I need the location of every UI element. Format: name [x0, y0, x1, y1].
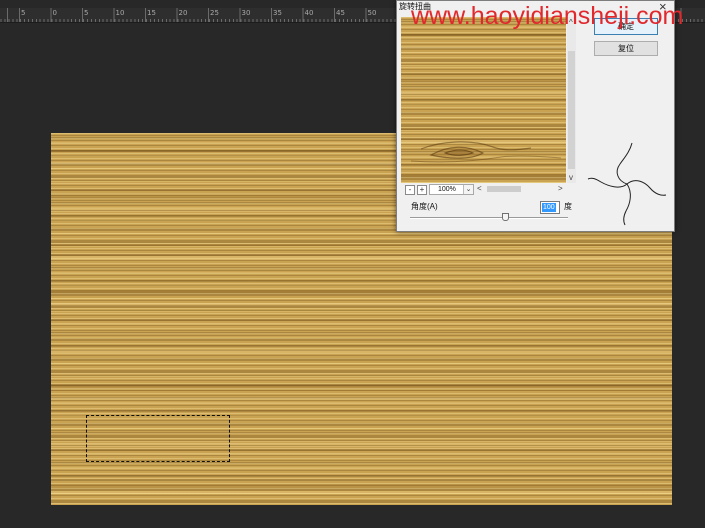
ruler-label: 25 — [210, 9, 219, 17]
marquee-selection[interactable] — [86, 415, 230, 462]
ruler-label: 5 — [21, 9, 26, 17]
ruler-label: 35 — [273, 9, 282, 17]
zoom-in-icon[interactable]: + — [417, 185, 427, 195]
ruler-label: 40 — [304, 9, 314, 17]
zoom-level-value: 100% — [438, 186, 456, 193]
ruler-label: 20 — [178, 9, 188, 17]
filter-preview[interactable] — [401, 17, 566, 183]
wood-knot-graphic — [410, 141, 562, 163]
zoom-out-icon[interactable]: - — [405, 185, 415, 195]
scroll-down-icon[interactable]: v — [569, 173, 573, 182]
angle-input[interactable]: 100 — [540, 201, 560, 214]
scroll-left-icon[interactable]: < — [477, 184, 482, 193]
ruler-label: 15 — [147, 9, 156, 17]
twirl-preview-icon — [587, 142, 667, 226]
angle-slider[interactable] — [410, 217, 568, 219]
twirl-dialog: 旋转扭曲 × ^ v - + 100% ⌄ < > 角度(A) 100 度 确定… — [396, 0, 675, 232]
ruler-label: 50 — [367, 9, 377, 17]
angle-input-value: 100 — [542, 203, 556, 212]
preview-vertical-scrollbar[interactable]: ^ v — [567, 17, 576, 183]
ruler-label: 45 — [336, 9, 345, 17]
ruler-label: 10 — [115, 9, 125, 17]
scroll-right-icon[interactable]: > — [558, 184, 563, 193]
ruler-label: 0 — [52, 9, 57, 17]
chevron-down-icon[interactable]: ⌄ — [463, 185, 473, 194]
angle-label: 角度(A) — [411, 202, 438, 211]
ruler-label: 30 — [241, 9, 251, 17]
watermark-text: www.haoyidiansheji.com — [411, 2, 684, 30]
angle-slider-thumb[interactable] — [501, 213, 509, 221]
zoom-level-select[interactable]: 100% ⌄ — [429, 184, 474, 195]
reset-button[interactable]: 复位 — [594, 41, 658, 56]
horizontal-scroll-thumb[interactable] — [487, 186, 521, 192]
ruler-label: 5 — [84, 9, 89, 17]
angle-unit: 度 — [564, 202, 572, 211]
vertical-scroll-thumb[interactable] — [568, 51, 575, 169]
